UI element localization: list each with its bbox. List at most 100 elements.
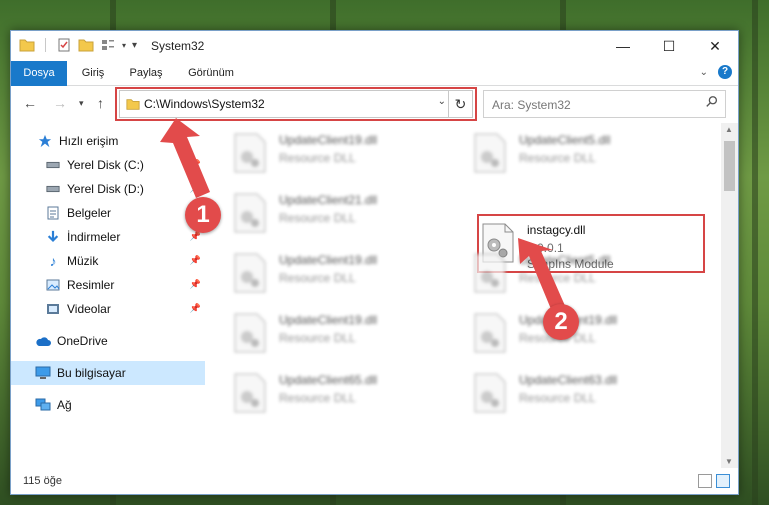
file-description: Resource DLL <box>519 271 596 285</box>
cloud-icon <box>35 333 51 349</box>
network-icon <box>35 397 51 413</box>
tab-share[interactable]: Paylaş <box>123 61 169 86</box>
dll-file-icon <box>234 253 266 293</box>
sidebar-item-label: İndirmeler <box>67 230 121 244</box>
dll-file-icon <box>234 133 266 173</box>
tab-home[interactable]: Giriş <box>73 61 113 86</box>
view-toggle <box>698 474 730 488</box>
sidebar-item-local-disk-c[interactable]: Yerel Disk (C:) 📌 <box>11 153 205 177</box>
dll-file-icon <box>474 313 506 353</box>
step-2-badge: 2 <box>543 304 579 340</box>
file-item[interactable]: UpdateClient19.dll Resource DLL <box>233 309 463 363</box>
folder-icon <box>19 39 35 52</box>
sidebar-item-videos[interactable]: Videolar 📌 <box>11 297 205 321</box>
help-icon[interactable]: ? <box>718 65 732 79</box>
sidebar-item-quick-access[interactable]: Hızlı erişim <box>11 129 205 153</box>
sidebar-item-onedrive[interactable]: OneDrive <box>11 329 205 353</box>
dll-file-icon <box>474 253 506 293</box>
sidebar-item-this-pc[interactable]: Bu bilgisayar <box>11 361 205 385</box>
window-title: System32 <box>151 39 205 53</box>
videos-icon <box>45 301 61 317</box>
search-box[interactable]: Ara: System32 <box>483 90 726 118</box>
file-item[interactable]: UpdateClient19.dll Resource DLL <box>233 129 463 183</box>
minimize-button[interactable]: — <box>600 31 646 61</box>
file-description: Resource DLL <box>279 391 356 405</box>
pictures-icon <box>45 277 61 293</box>
customize-toolbar-icon[interactable]: ▾ <box>132 40 137 51</box>
vertical-scrollbar[interactable]: ▲ ▼ <box>721 123 738 468</box>
drive-icon <box>45 157 61 173</box>
pin-icon[interactable]: 📌 <box>190 159 201 170</box>
file-item[interactable]: UpdateClient65.dll Resource DLL <box>233 369 463 423</box>
pin-icon[interactable]: 📌 <box>190 255 201 266</box>
scroll-up-icon[interactable]: ▲ <box>725 125 733 134</box>
file-name: UpdateClient19.dll <box>279 253 378 267</box>
tiles-view-icon[interactable] <box>716 474 730 488</box>
scroll-thumb[interactable] <box>724 141 735 191</box>
close-button[interactable]: ✕ <box>692 31 738 61</box>
back-arrow-icon[interactable]: ← <box>23 95 37 111</box>
sidebar-item-label: Hızlı erişim <box>59 134 119 148</box>
ribbon-right-controls: ⌄ ? <box>700 65 732 79</box>
file-description: Resource DLL <box>279 211 356 225</box>
file-name: UpdateClient19.dll <box>279 133 378 147</box>
up-arrow-icon[interactable]: ↑ <box>97 95 104 111</box>
sidebar-item-local-disk-d[interactable]: Yerel Disk (D:) 📌 <box>11 177 205 201</box>
dll-file-icon <box>234 193 266 233</box>
sidebar-item-label: Ağ <box>57 398 72 412</box>
computer-icon <box>35 365 51 381</box>
file-name: UpdateClient65.dll <box>279 373 378 387</box>
navigation-bar: ← → ▾ ↑ C:\Windows\System32 ⌄ ↻ Ara: Sys… <box>11 87 738 121</box>
dll-file-icon <box>474 373 506 413</box>
sidebar-item-music[interactable]: ♪ Müzik 📌 <box>11 249 205 273</box>
drive-icon <box>45 181 61 197</box>
sidebar-item-label: Yerel Disk (D:) <box>67 182 144 196</box>
file-name: UpdateClient5.dll <box>519 253 611 267</box>
sidebar-item-network[interactable]: Ağ <box>11 393 205 417</box>
file-description: Resource DLL <box>279 331 356 345</box>
sidebar-item-label: OneDrive <box>57 334 108 348</box>
file-item[interactable]: UpdateClient5.dll Resource DLL <box>473 129 703 183</box>
expand-ribbon-icon[interactable]: ⌄ <box>700 67 708 78</box>
file-item[interactable]: UpdateClient63.dll Resource DLL <box>473 369 703 423</box>
scroll-down-icon[interactable]: ▼ <box>725 457 733 466</box>
properties-icon[interactable] <box>56 37 72 53</box>
view-options-icon[interactable] <box>100 37 116 53</box>
sidebar-item-label: Videolar <box>67 302 111 316</box>
file-description: Resource DLL <box>279 271 356 285</box>
pin-icon[interactable]: 📌 <box>190 303 201 314</box>
file-item[interactable]: UpdateClient21.dll Resource DLL <box>233 189 463 243</box>
star-icon <box>37 133 53 149</box>
window-controls: — ☐ ✕ <box>600 31 738 61</box>
file-description: Resource DLL <box>519 151 596 165</box>
ribbon-tabs: Dosya Giriş Paylaş Görünüm ⌄ ? <box>11 61 738 86</box>
chevron-down-icon[interactable]: ▾ <box>122 41 126 50</box>
pin-icon[interactable]: 📌 <box>190 279 201 290</box>
file-item[interactable]: UpdateClient19.dll Resource DLL <box>473 309 703 363</box>
documents-icon <box>45 205 61 221</box>
file-item[interactable]: UpdateClient5.dll Resource DLL <box>473 249 703 303</box>
file-name: UpdateClient63.dll <box>519 373 618 387</box>
pin-icon[interactable]: 📌 <box>190 183 201 194</box>
sidebar-item-documents[interactable]: Belgeler 📌 <box>11 201 205 225</box>
new-folder-icon[interactable] <box>78 37 94 53</box>
item-count: 115 öğe <box>23 475 62 487</box>
recent-locations-icon[interactable]: ▾ <box>79 98 84 109</box>
tab-file[interactable]: Dosya <box>11 61 67 86</box>
file-name: UpdateClient21.dll <box>279 193 378 207</box>
forward-arrow-icon[interactable]: → <box>53 95 67 111</box>
quick-access-toolbar: ▾ ▾ <box>19 37 137 53</box>
file-description: Resource DLL <box>279 151 356 165</box>
maximize-button[interactable]: ☐ <box>646 31 692 61</box>
download-icon <box>45 229 61 245</box>
search-icon <box>706 96 718 107</box>
sidebar-item-downloads[interactable]: İndirmeler 📌 <box>11 225 205 249</box>
file-name: UpdateClient19.dll <box>279 313 378 327</box>
title-bar: ▾ ▾ System32 — ☐ ✕ <box>11 31 738 61</box>
tab-view[interactable]: Görünüm <box>181 61 241 86</box>
details-view-icon[interactable] <box>698 474 712 488</box>
sidebar-item-label: Bu bilgisayar <box>57 366 126 380</box>
sidebar-item-pictures[interactable]: Resimler 📌 <box>11 273 205 297</box>
dll-file-icon <box>474 133 506 173</box>
file-item[interactable]: UpdateClient19.dll Resource DLL <box>233 249 463 303</box>
